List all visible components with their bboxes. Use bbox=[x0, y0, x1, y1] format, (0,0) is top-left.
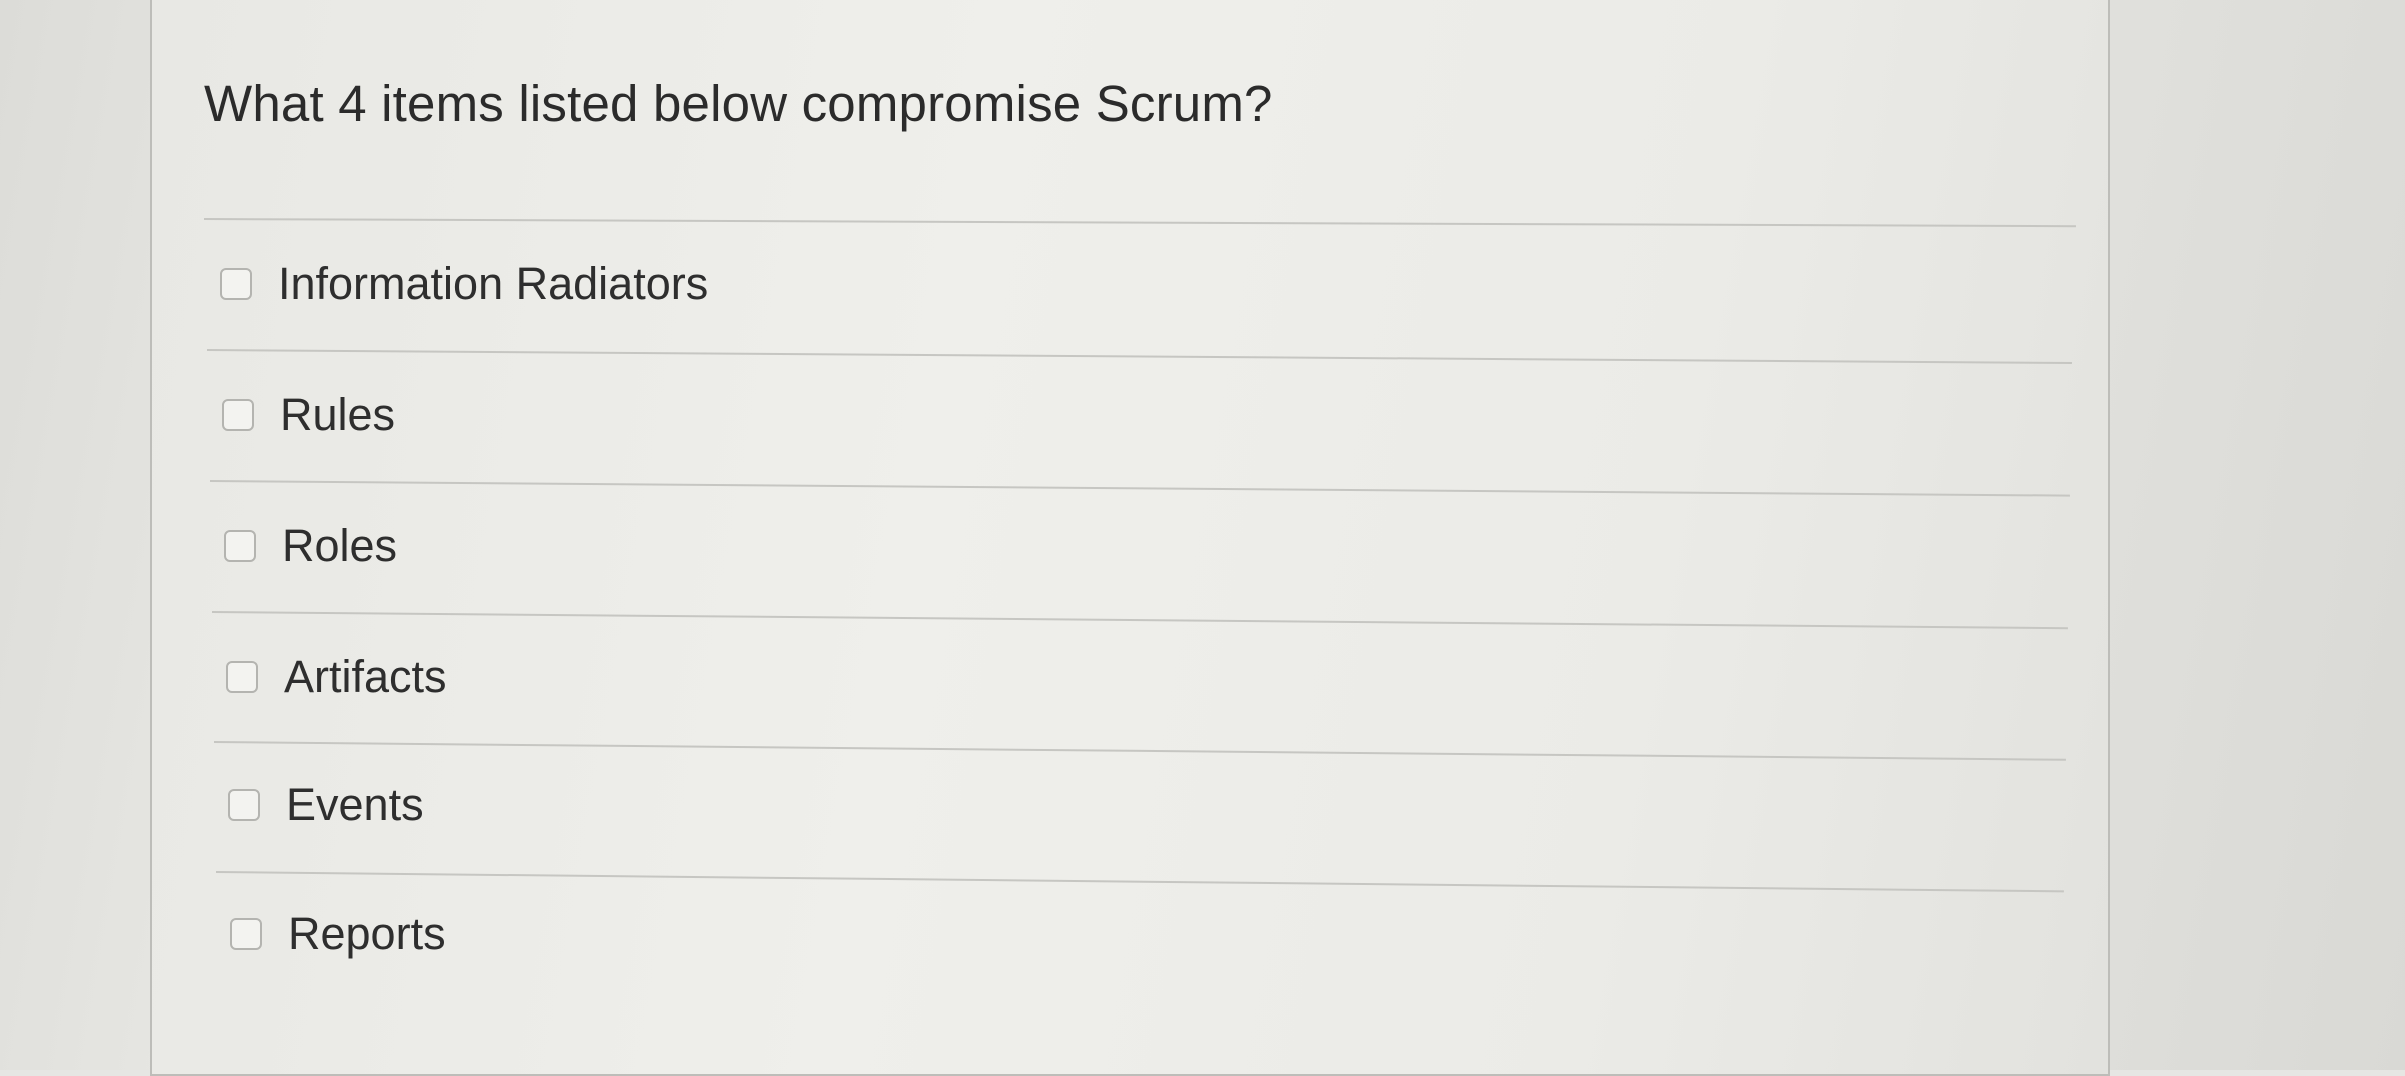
question-panel: What 4 items listed below compromise Scr… bbox=[150, 0, 2110, 1076]
checkbox[interactable] bbox=[224, 530, 256, 562]
divider bbox=[213, 741, 2066, 761]
option-label: Reports bbox=[288, 908, 446, 959]
option-label: Artifacts bbox=[284, 651, 447, 702]
answer-option-rules[interactable]: Rules bbox=[222, 385, 395, 445]
answer-option-roles[interactable]: Roles bbox=[224, 516, 397, 576]
option-label: Roles bbox=[282, 520, 398, 571]
answer-option-events[interactable]: Events bbox=[228, 775, 424, 835]
divider bbox=[211, 611, 2068, 630]
divider bbox=[203, 218, 2076, 228]
checkbox[interactable] bbox=[222, 399, 254, 431]
option-label: Rules bbox=[280, 389, 396, 440]
checkbox[interactable] bbox=[230, 918, 262, 950]
checkbox[interactable] bbox=[228, 789, 260, 821]
checkbox[interactable] bbox=[226, 661, 258, 693]
screen-background: What 4 items listed below compromise Scr… bbox=[0, 0, 2405, 1076]
answer-option-artifacts[interactable]: Artifacts bbox=[226, 647, 447, 707]
option-label: Events bbox=[286, 779, 424, 830]
answer-option-information-radiators[interactable]: Information Radiators bbox=[220, 254, 708, 314]
checkbox[interactable] bbox=[220, 268, 252, 300]
question-title: What 4 items listed below compromise Scr… bbox=[204, 75, 1273, 132]
divider bbox=[215, 871, 2064, 893]
option-label: Information Radiators bbox=[278, 258, 709, 309]
divider bbox=[209, 480, 2070, 497]
answer-option-reports[interactable]: Reports bbox=[230, 904, 446, 964]
divider bbox=[206, 349, 2072, 365]
